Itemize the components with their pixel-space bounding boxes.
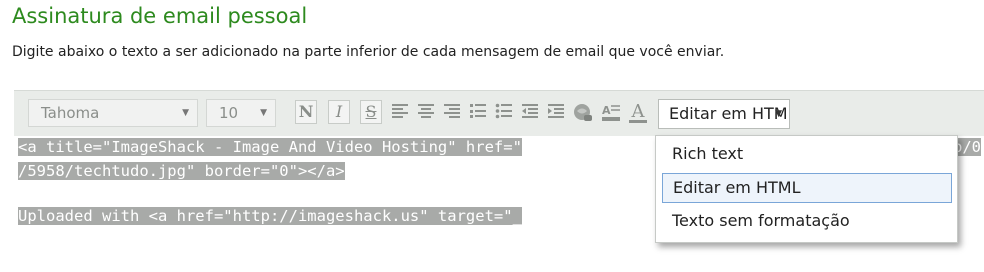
code-line-1: <a title="ImageShack - Image And Video H… bbox=[18, 137, 522, 158]
bold-button[interactable]: N bbox=[295, 100, 317, 124]
mode-option-plain-text[interactable]: Texto sem formatação bbox=[662, 207, 952, 237]
indent-icon[interactable] bbox=[545, 101, 567, 123]
align-right-icon[interactable] bbox=[441, 101, 463, 123]
font-color-icon[interactable]: A bbox=[627, 101, 649, 123]
font-size-value: 10 bbox=[219, 104, 239, 122]
bullet-list-icon[interactable] bbox=[493, 101, 515, 123]
selected-text: Uploaded with <a href="http://imageshack… bbox=[18, 207, 522, 225]
font-size-select[interactable]: 10 ▼ bbox=[206, 99, 276, 127]
highlight-icon[interactable]: A bbox=[600, 101, 622, 123]
mode-option-rich-text[interactable]: Rich text bbox=[662, 140, 952, 170]
align-center-icon[interactable] bbox=[415, 101, 437, 123]
editor-mode-value: Editar em HTML bbox=[669, 104, 790, 123]
align-left-icon[interactable] bbox=[389, 101, 411, 123]
selected-text: <a title="ImageShack - Image And Video H… bbox=[18, 138, 522, 156]
code-line-4: Uploaded with <a href="http://imageshack… bbox=[18, 206, 522, 227]
page-description: Digite abaixo o texto a ser adicionado n… bbox=[12, 44, 725, 60]
code-line-2: /5958/techtudo.jpg" border="0"></a> bbox=[18, 161, 345, 182]
font-family-value: Tahoma bbox=[41, 104, 100, 122]
numbered-list-icon[interactable] bbox=[467, 101, 489, 123]
font-color-swatch bbox=[629, 120, 647, 123]
insert-link-icon[interactable] bbox=[572, 101, 594, 123]
editor-toolbar: Tahoma ▼ 10 ▼ N I S A A Editar em HTML ▼ bbox=[14, 90, 984, 137]
selected-text: /5958/techtudo.jpg" border="0"></a> bbox=[18, 162, 345, 180]
editor-mode-dropdown: Rich text Editar em HTML Texto sem forma… bbox=[655, 135, 958, 243]
font-color-label: A bbox=[631, 101, 645, 122]
mode-option-html[interactable]: Editar em HTML bbox=[662, 173, 952, 203]
italic-button[interactable]: I bbox=[328, 100, 350, 124]
font-family-select[interactable]: Tahoma ▼ bbox=[28, 99, 198, 127]
page-title: Assinatura de email pessoal bbox=[12, 4, 308, 28]
editor-mode-select[interactable]: Editar em HTML ▼ bbox=[658, 99, 790, 129]
chevron-down-icon: ▼ bbox=[775, 109, 782, 119]
chevron-down-icon: ▼ bbox=[182, 108, 189, 118]
outdent-icon[interactable] bbox=[519, 101, 541, 123]
strikethrough-button[interactable]: S bbox=[360, 100, 382, 124]
chevron-down-icon: ▼ bbox=[260, 108, 267, 118]
svg-text:A: A bbox=[602, 104, 611, 117]
